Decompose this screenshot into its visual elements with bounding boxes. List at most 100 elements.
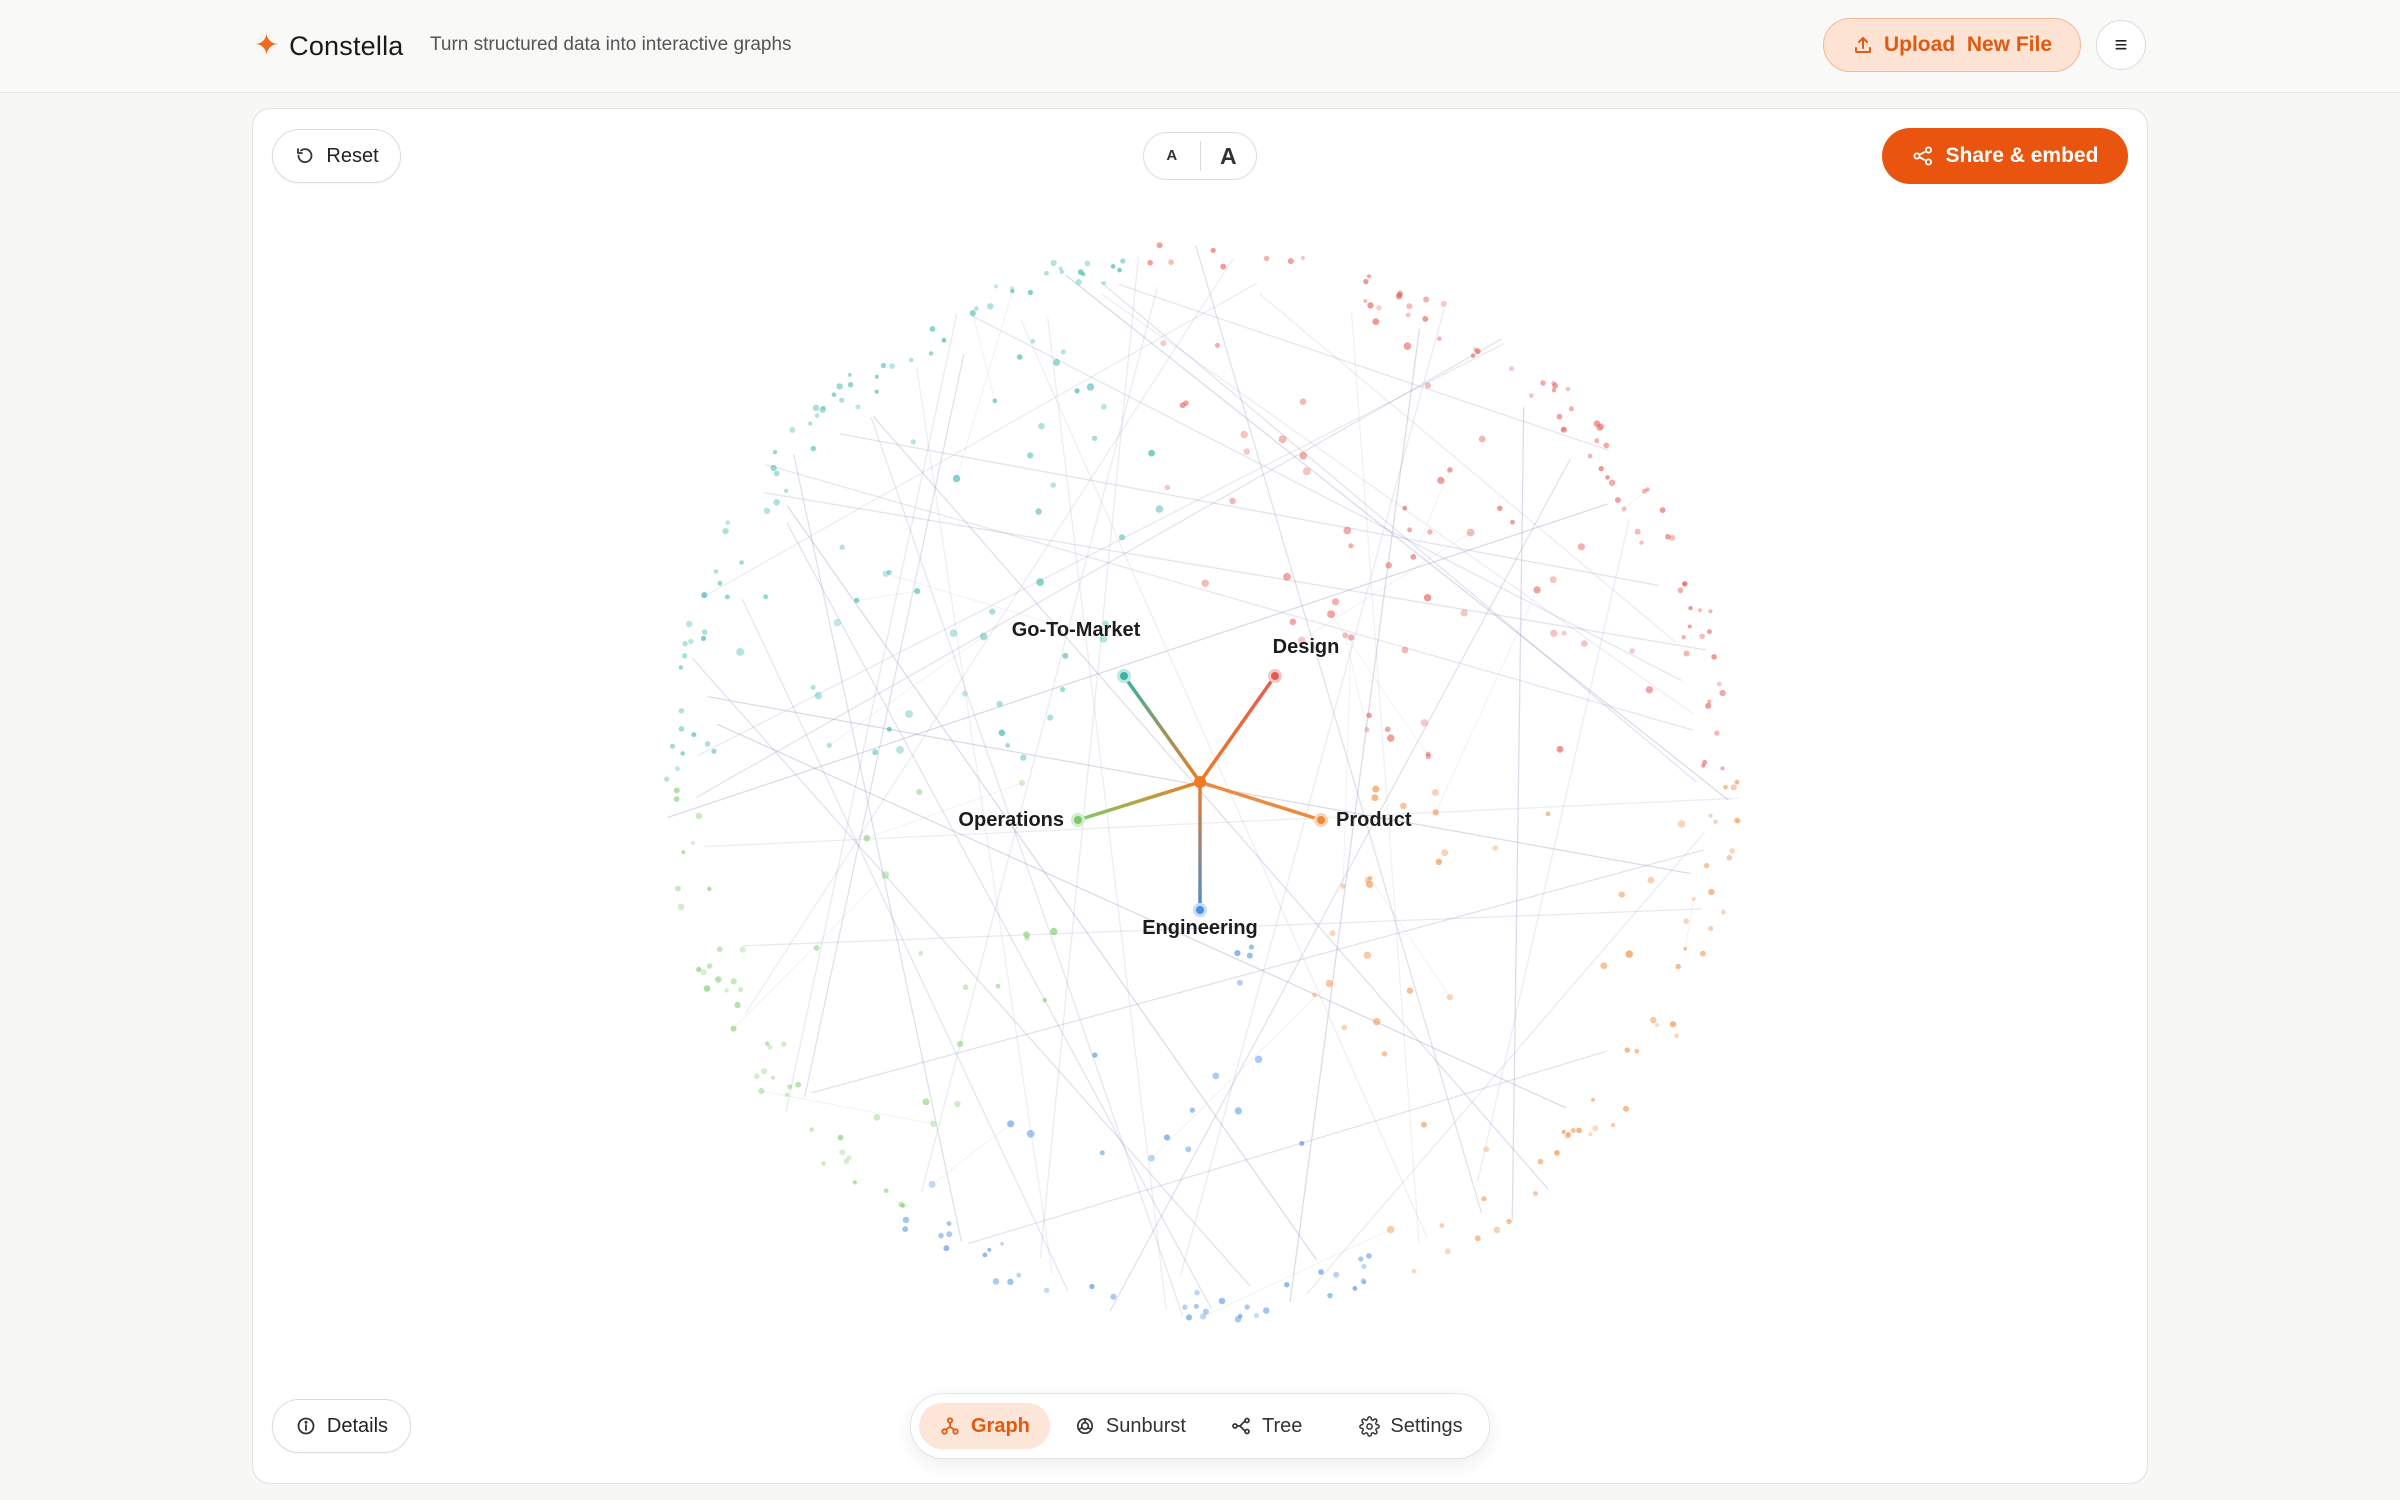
graph-leaf-node[interactable]	[1629, 648, 1635, 654]
graph-leaf-node[interactable]	[1148, 449, 1155, 457]
graph-leaf-node[interactable]	[1263, 1307, 1270, 1314]
graph-leaf-node[interactable]	[813, 945, 820, 951]
graph-leaf-node[interactable]	[1074, 388, 1080, 394]
graph-leaf-node[interactable]	[1720, 766, 1725, 771]
graph-leaf-node[interactable]	[1440, 300, 1447, 307]
graph-leaf-node[interactable]	[1591, 1097, 1595, 1102]
graph-leaf-node[interactable]	[1047, 714, 1054, 721]
graph-leaf-node[interactable]	[761, 1068, 768, 1075]
graph-leaf-node[interactable]	[1218, 1297, 1226, 1305]
graph-leaf-node[interactable]	[1726, 854, 1733, 861]
graph-leaf-node[interactable]	[1062, 652, 1069, 659]
graph-leaf-node[interactable]	[1545, 811, 1551, 817]
graph-leaf-node[interactable]	[1193, 1303, 1199, 1309]
graph-leaf-node[interactable]	[1007, 1120, 1015, 1128]
graph-leaf-node[interactable]	[670, 743, 675, 749]
graph-leaf-node[interactable]	[795, 1081, 802, 1088]
graph-leaf-node[interactable]	[962, 984, 969, 990]
graph-leaf-node[interactable]	[1444, 1248, 1451, 1255]
graph-leaf-node[interactable]	[664, 776, 670, 782]
graph-leaf-node[interactable]	[1164, 484, 1171, 491]
graph-leaf-node[interactable]	[1366, 1253, 1372, 1259]
graph-leaf-node[interactable]	[1708, 888, 1715, 896]
graph-leaf-node[interactable]	[812, 404, 820, 411]
graph-leaf-node[interactable]	[1706, 629, 1712, 635]
graph-leaf-node[interactable]	[1348, 634, 1355, 641]
graph-leaf-node[interactable]	[1681, 635, 1686, 640]
graph-leaf-node[interactable]	[1084, 260, 1091, 267]
graph-leaf-node[interactable]	[881, 871, 890, 879]
graph-leaf-node[interactable]	[1035, 508, 1042, 515]
graph-leaf-node[interactable]	[789, 426, 796, 433]
graph-leaf-node[interactable]	[1596, 424, 1603, 431]
graph-leaf-node[interactable]	[1199, 1313, 1207, 1320]
graph-leaf-node[interactable]	[678, 726, 685, 732]
graph-leaf-node[interactable]	[1714, 730, 1720, 736]
graph-leaf-node[interactable]	[889, 363, 895, 369]
graph-leaf-node[interactable]	[855, 404, 861, 410]
graph-leaf-node[interactable]	[1363, 298, 1368, 304]
graph-leaf-node[interactable]	[1441, 849, 1449, 857]
graph-leaf-node[interactable]	[1342, 632, 1349, 639]
graph-leaf-node[interactable]	[1565, 386, 1571, 392]
graph-leaf-node[interactable]	[1639, 540, 1644, 545]
graph-leaf-node[interactable]	[922, 1098, 930, 1106]
graph-leaf-node[interactable]	[1677, 820, 1686, 828]
graph-leaf-node[interactable]	[905, 710, 913, 718]
graph-leaf-node[interactable]	[725, 520, 731, 525]
graph-leaf-node[interactable]	[1466, 528, 1475, 537]
graph-leaf-node[interactable]	[734, 1001, 741, 1009]
graph-leaf-node[interactable]	[677, 903, 685, 911]
graph-leaf-node[interactable]	[1730, 784, 1737, 791]
graph-leaf-node[interactable]	[1493, 1226, 1501, 1234]
graph-leaf-node[interactable]	[1381, 1051, 1388, 1057]
graph-leaf-node[interactable]	[992, 398, 998, 404]
graph-leaf-node[interactable]	[1608, 479, 1616, 487]
graph-leaf-node[interactable]	[1361, 1263, 1367, 1269]
graph-leaf-node[interactable]	[943, 1245, 950, 1252]
graph-leaf-node[interactable]	[1403, 342, 1412, 350]
graph-leaf-node[interactable]	[956, 1040, 964, 1048]
graph-leaf-node[interactable]	[902, 1216, 910, 1224]
graph-leaf-node[interactable]	[1647, 876, 1655, 884]
graph-leaf-node[interactable]	[1210, 247, 1216, 253]
tab-settings[interactable]: Settings	[1338, 1403, 1482, 1449]
graph-leaf-node[interactable]	[1594, 438, 1600, 444]
graph-leaf-node[interactable]	[1410, 554, 1417, 560]
graph-leaf-node[interactable]	[1327, 610, 1336, 619]
graph-leaf-node[interactable]	[1669, 1021, 1677, 1028]
graph-leaf-node[interactable]	[1091, 435, 1098, 441]
graph-leaf-node[interactable]	[954, 1100, 961, 1108]
graph-leaf-node[interactable]	[1478, 435, 1486, 443]
graph-leaf-node[interactable]	[930, 1120, 937, 1128]
graph-leaf-node[interactable]	[675, 885, 681, 892]
graph-leaf-node[interactable]	[1674, 1033, 1679, 1039]
graph-leaf-node[interactable]	[678, 665, 684, 670]
graph-leaf-node[interactable]	[715, 976, 722, 983]
graph-leaf-node[interactable]	[1118, 534, 1126, 541]
graph-leaf-node[interactable]	[1576, 1127, 1582, 1134]
graph-leaf-node[interactable]	[814, 413, 820, 418]
graph-leaf-node[interactable]	[1263, 255, 1270, 262]
graph-leaf-node[interactable]	[1729, 848, 1736, 854]
graph-leaf-node[interactable]	[1360, 1278, 1367, 1284]
graph-leaf-node[interactable]	[1561, 426, 1566, 432]
graph-leaf-node[interactable]	[900, 1203, 906, 1208]
graph-leaf-node[interactable]	[837, 1134, 844, 1141]
graph-leaf-node[interactable]	[1027, 452, 1034, 459]
graph-leaf-node[interactable]	[874, 374, 879, 379]
graph-leaf-node[interactable]	[1179, 402, 1186, 409]
graph-leaf-node[interactable]	[1474, 1235, 1481, 1242]
graph-leaf-node[interactable]	[873, 1114, 881, 1121]
graph-leaf-node[interactable]	[1352, 1286, 1358, 1291]
graph-leaf-node[interactable]	[1050, 482, 1057, 488]
graph-leaf-node[interactable]	[1474, 348, 1481, 355]
graph-leaf-node[interactable]	[1497, 505, 1503, 511]
graph-leaf-node[interactable]	[1551, 388, 1557, 393]
graph-leaf-node[interactable]	[1533, 1191, 1538, 1196]
graph-leaf-node[interactable]	[1437, 476, 1445, 484]
graph-leaf-node[interactable]	[1405, 312, 1411, 318]
graph-leaf-node[interactable]	[1439, 1223, 1445, 1228]
graph-leaf-node[interactable]	[1624, 1047, 1631, 1053]
graph-leaf-node[interactable]	[773, 499, 780, 506]
